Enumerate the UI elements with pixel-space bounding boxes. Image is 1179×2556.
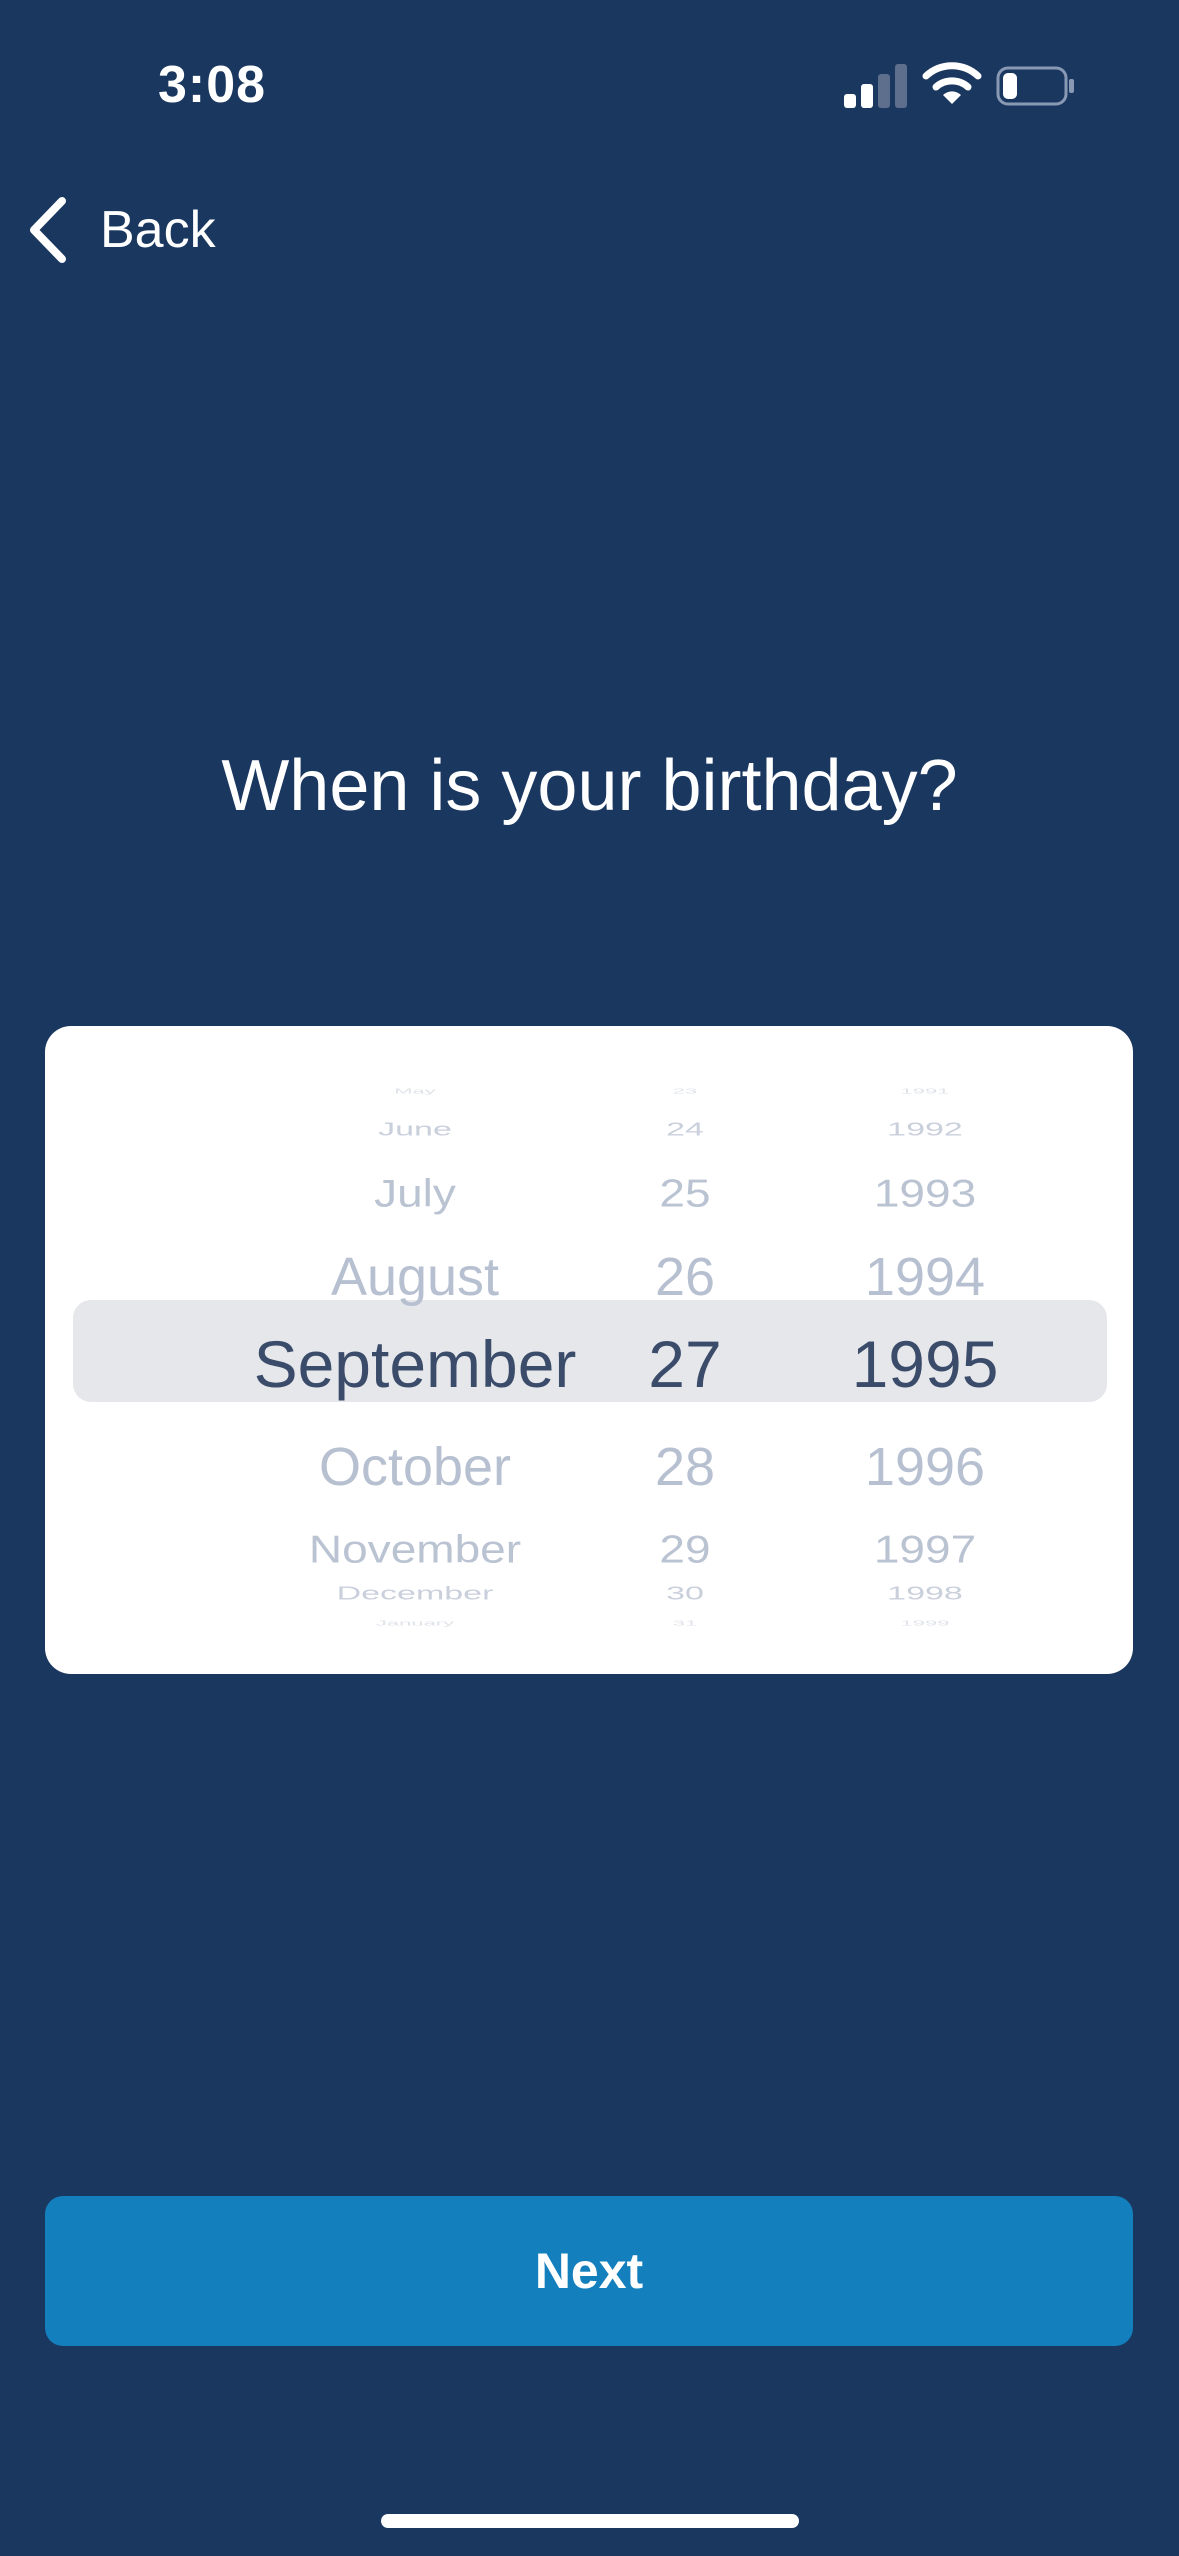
year-option[interactable]: 1997	[775, 1526, 1075, 1572]
month-option[interactable]: December	[175, 1583, 655, 1604]
month-option[interactable]: November	[175, 1526, 655, 1572]
year-option[interactable]: 1992	[775, 1119, 1075, 1140]
month-option[interactable]: July	[175, 1170, 655, 1216]
month-option[interactable]: August	[175, 1246, 655, 1308]
month-option[interactable]: October	[175, 1436, 655, 1498]
day-option[interactable]: 31	[585, 1618, 785, 1627]
day-option[interactable]: 29	[585, 1526, 785, 1572]
year-option[interactable]: 1994	[775, 1246, 1075, 1308]
back-label: Back	[100, 201, 216, 259]
day-option[interactable]: 25	[585, 1170, 785, 1216]
year-option[interactable]: 1995	[775, 1326, 1075, 1402]
wifi-icon	[922, 62, 982, 104]
year-option[interactable]: 1996	[775, 1436, 1075, 1498]
month-wheel[interactable]: May June July August September October Novembe…	[175, 1026, 655, 1674]
home-indicator	[381, 2514, 799, 2528]
cellular-signal-icon	[844, 62, 908, 108]
day-option[interactable]: 24	[585, 1119, 785, 1140]
date-picker[interactable]: May June July August September October Novembe…	[45, 1026, 1133, 1674]
year-wheel[interactable]: 1991 1992 1993 1994 1995 1996 1997 1998 1999	[775, 1026, 1075, 1674]
year-option[interactable]: 1991	[775, 1086, 1075, 1095]
status-bar: 3:08	[0, 0, 1179, 150]
month-option[interactable]: January	[175, 1618, 655, 1627]
day-option[interactable]: 28	[585, 1436, 785, 1498]
year-option[interactable]: 1999	[775, 1618, 1075, 1627]
year-option[interactable]: 1998	[775, 1583, 1075, 1604]
page-title: When is your birthday?	[221, 746, 958, 826]
day-option[interactable]: 30	[585, 1583, 785, 1604]
day-option[interactable]: 23	[585, 1086, 785, 1095]
year-option[interactable]: 1993	[775, 1170, 1075, 1216]
day-wheel[interactable]: 23 24 25 26 27 28 29 30 31	[585, 1026, 785, 1674]
month-option[interactable]: September	[175, 1326, 655, 1402]
day-option[interactable]: 26	[585, 1246, 785, 1308]
day-option[interactable]: 27	[585, 1326, 785, 1402]
status-time: 3:08	[158, 56, 267, 114]
next-button[interactable]: Next	[45, 2196, 1133, 2346]
month-option[interactable]: June	[175, 1119, 655, 1140]
battery-low-icon	[996, 66, 1074, 106]
month-option[interactable]: May	[175, 1086, 655, 1095]
chevron-left-icon	[30, 197, 66, 263]
back-button[interactable]: Back	[26, 190, 216, 270]
